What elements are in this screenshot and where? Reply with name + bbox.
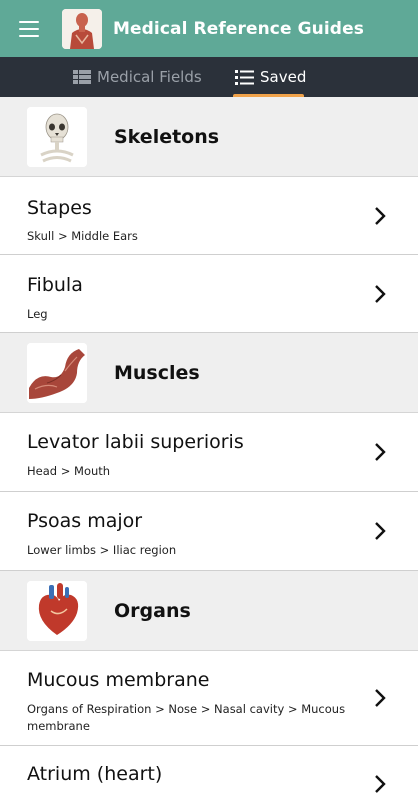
- chevron-right-icon: [375, 775, 386, 793]
- list-item[interactable]: Mucous membrane Organs of Respiration > …: [0, 651, 418, 746]
- section-title: Muscles: [114, 361, 200, 384]
- item-name: Psoas major: [27, 510, 143, 532]
- item-name: Fibula: [27, 274, 83, 296]
- item-name: Levator labii superioris: [27, 431, 244, 453]
- section-title: Skeletons: [114, 125, 220, 148]
- tab-saved-label: Saved: [260, 68, 307, 86]
- app-bar: Medical Reference Guides: [0, 0, 418, 57]
- chevron-right-icon: [375, 285, 386, 303]
- app-logo: [62, 8, 102, 49]
- item-name: Atrium (heart): [27, 763, 163, 785]
- list-item[interactable]: Stapes Skull > Middle Ears: [0, 177, 418, 255]
- section-header-organs: Organs: [0, 571, 418, 651]
- list-item[interactable]: Levator labii superioris Head > Mouth: [0, 413, 418, 492]
- list-item[interactable]: Atrium (heart): [0, 746, 418, 806]
- item-path: Head > Mouth: [27, 464, 111, 478]
- chevron-right-icon: [375, 689, 386, 707]
- section-header-muscles: Muscles: [0, 333, 418, 413]
- list-item[interactable]: Psoas major Lower limbs > Iliac region: [0, 492, 418, 571]
- list-icon: [235, 69, 254, 85]
- item-path: Skull > Middle Ears: [27, 229, 138, 243]
- item-path: Organs of Respiration > Nose > Nasal cav…: [27, 702, 346, 733]
- item-name: Mucous membrane: [27, 669, 210, 691]
- active-tab-indicator: [233, 94, 304, 97]
- tab-medical-fields[interactable]: Medical Fields: [73, 57, 202, 97]
- chevron-right-icon: [375, 443, 386, 461]
- section-title: Organs: [114, 599, 191, 622]
- heart-thumbnail: [27, 580, 87, 641]
- grid-list-icon: [73, 70, 91, 84]
- tab-bar: Medical Fields Saved: [0, 57, 418, 97]
- tab-medical-fields-label: Medical Fields: [97, 68, 202, 86]
- item-name: Stapes: [27, 197, 92, 219]
- chevron-right-icon: [375, 522, 386, 540]
- skeleton-thumbnail: [27, 106, 87, 167]
- section-header-skeletons: Skeletons: [0, 97, 418, 177]
- chevron-right-icon: [375, 207, 386, 225]
- tab-saved[interactable]: Saved: [235, 57, 306, 97]
- hamburger-menu-icon[interactable]: [19, 20, 39, 37]
- item-path: Lower limbs > Iliac region: [27, 543, 177, 557]
- list-item[interactable]: Fibula Leg: [0, 255, 418, 333]
- app-title: Medical Reference Guides: [113, 18, 364, 39]
- muscle-thumbnail: [27, 342, 87, 403]
- item-path: Leg: [27, 307, 48, 321]
